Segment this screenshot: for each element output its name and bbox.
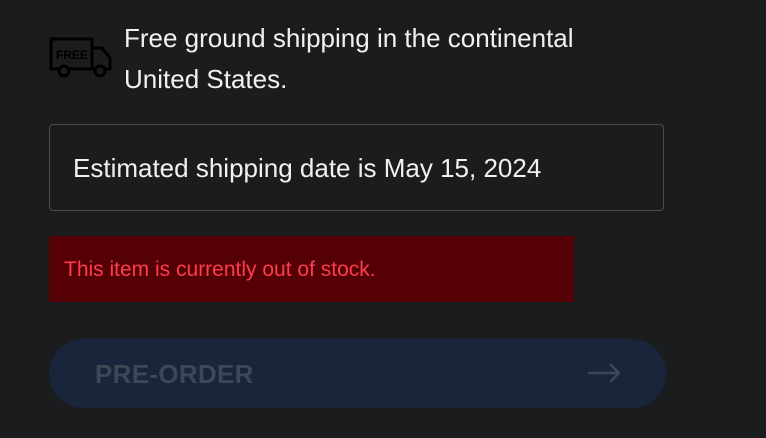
estimated-shipping-date: Estimated shipping date is May 15, 2024 [73,153,542,183]
free-shipping-truck-icon: FREE [49,37,112,78]
arrow-right-icon [588,363,621,383]
pre-order-button[interactable]: PRE-ORDER [49,339,666,408]
out-of-stock-message: This item is currently out of stock. [64,258,376,281]
estimated-shipping-box: Estimated shipping date is May 15, 2024 [49,124,664,211]
out-of-stock-banner: This item is currently out of stock. [49,236,574,302]
free-shipping-notice: FREE Free ground shipping in the contine… [48,18,648,98]
free-shipping-message: Free ground shipping in the continental … [124,23,574,94]
product-shipping-panel: FREE Free ground shipping in the contine… [0,0,766,438]
free-badge-text: FREE [56,48,88,62]
pre-order-label: PRE-ORDER [95,359,254,389]
